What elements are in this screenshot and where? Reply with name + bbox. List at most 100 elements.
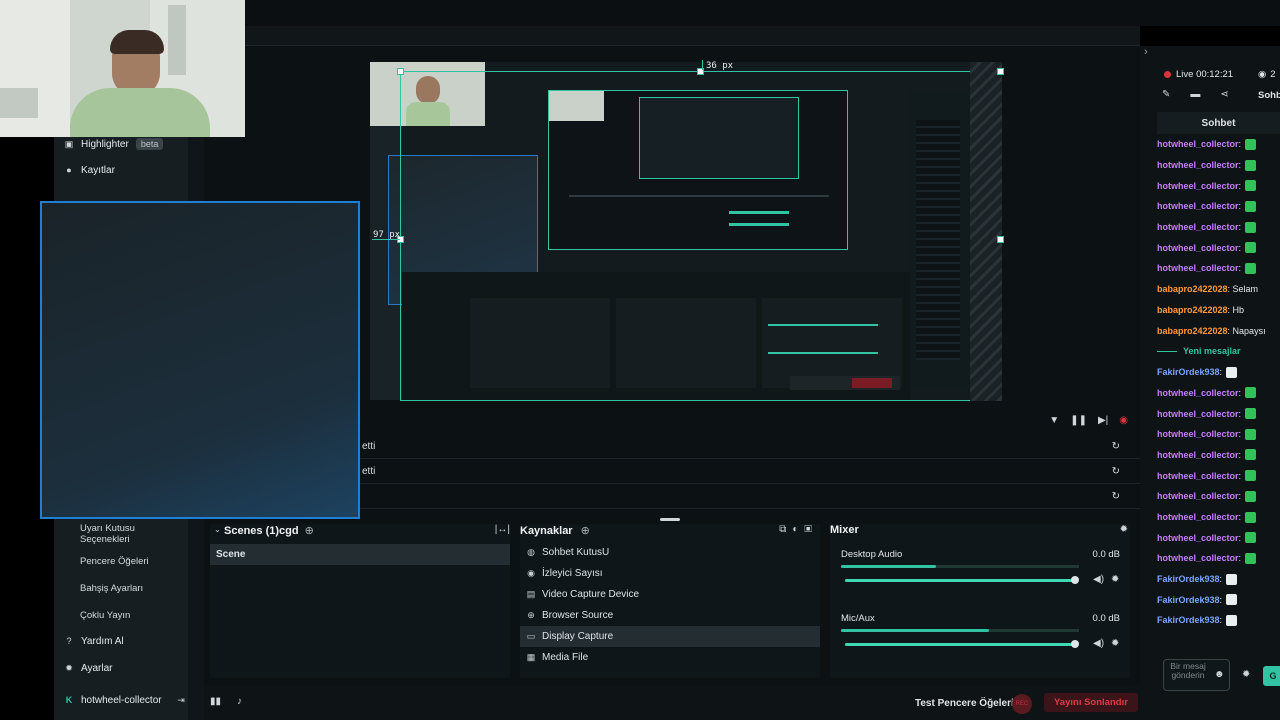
- skip-icon[interactable]: ▶|: [1098, 415, 1108, 426]
- sidebar-item-settings[interactable]: ✹ Ayarlar: [64, 659, 112, 677]
- chat-username[interactable]: hotwheel_collector: [1157, 139, 1239, 149]
- add-scene-icon[interactable]: ⊕: [305, 524, 314, 537]
- end-stream-button[interactable]: Yayını Sonlandır: [1044, 693, 1138, 712]
- rec-button[interactable]: REC: [1012, 694, 1032, 714]
- mute-icon[interactable]: ◉: [1119, 415, 1128, 426]
- chat-username[interactable]: FakirOrdek938: [1157, 367, 1220, 377]
- chat-text: :: [1238, 512, 1242, 523]
- list-item[interactable]: ▭ Display Capture: [520, 626, 820, 647]
- chat-username[interactable]: hotwheel_collector: [1157, 553, 1239, 563]
- volume-slider[interactable]: [845, 576, 1079, 584]
- sidebar-item-alertbox[interactable]: Uyarı Kutusu Seçenekleri: [80, 523, 180, 545]
- resize-handle-tl[interactable]: [397, 68, 404, 75]
- chat-username[interactable]: hotwheel_collector: [1157, 409, 1239, 419]
- emoji-icon[interactable]: ☻: [1214, 669, 1225, 680]
- scenes-panel: ⌄ Scenes (1)cgd ⊕ |↔| Scene: [210, 524, 510, 678]
- emote-icon: [1245, 449, 1257, 461]
- chat-text: : Selam: [1227, 284, 1259, 295]
- chat-username[interactable]: hotwheel_collector: [1157, 181, 1239, 191]
- viewer-count: ◉ 2: [1258, 69, 1276, 80]
- gear-icon: ✹: [65, 662, 73, 673]
- chat-text: :: [1238, 553, 1242, 564]
- chat-username[interactable]: hotwheel_collector: [1157, 491, 1239, 501]
- chat-username[interactable]: hotwheel_collector: [1157, 388, 1239, 398]
- new-messages-divider: Yeni mesajlar: [1157, 341, 1280, 362]
- filter-icon[interactable]: ▼: [1049, 415, 1059, 426]
- blue-overlay-box: [40, 201, 360, 519]
- emote-icon: [1245, 138, 1257, 150]
- emote-icon: [1245, 221, 1257, 233]
- chat-username[interactable]: hotwheel_collector: [1157, 533, 1239, 543]
- chat-username[interactable]: hotwheel_collector: [1157, 471, 1239, 481]
- pencil-icon[interactable]: ✎: [1162, 89, 1170, 100]
- globe-icon: ⊕: [527, 610, 535, 620]
- selection-box[interactable]: [400, 71, 1000, 401]
- sidebar-item-multistream[interactable]: Çoklu Yayın: [80, 610, 130, 621]
- chat-message: hotwheel_collector:: [1157, 383, 1280, 404]
- tab-chat[interactable]: Sohb: [1258, 90, 1280, 101]
- chat-username[interactable]: FakirOrdek938: [1157, 615, 1220, 625]
- gear-icon[interactable]: ✹: [1111, 574, 1119, 585]
- test-widgets-button[interactable]: Test Pencere Öğeleri: [915, 698, 1014, 709]
- resize-grip[interactable]: [660, 518, 680, 521]
- chevron-down-icon[interactable]: ⌄: [214, 525, 221, 534]
- chat-username[interactable]: hotwheel_collector: [1157, 201, 1239, 211]
- chat-username[interactable]: hotwheel_collector: [1157, 263, 1239, 273]
- chat-username[interactable]: babapro2422028: [1157, 305, 1228, 315]
- list-item[interactable]: ▤ Video Capture Device: [520, 584, 820, 605]
- logout-icon[interactable]: ⇥: [176, 695, 186, 705]
- help-icon: ?: [66, 636, 72, 646]
- gear-icon[interactable]: ✹: [1111, 638, 1119, 649]
- sources-panel: Kaynaklar ⊕ ⧉◐▣ ◍ Sohbet KutusU ◉ İzleyici…: [520, 524, 820, 678]
- scene-item[interactable]: Scene: [210, 544, 510, 565]
- sidebar-item-widgets[interactable]: Pencere Öğeleri: [80, 556, 149, 567]
- chat-username[interactable]: hotwheel_collector: [1157, 450, 1239, 460]
- sidebar-item-highlighter[interactable]: ▣ Highlighter beta: [64, 135, 164, 153]
- chat-text: : Napaysı: [1227, 325, 1266, 336]
- sidebar-item-recordings[interactable]: ● Kayıtlar: [64, 161, 115, 179]
- gear-icon[interactable]: ✹: [1242, 669, 1250, 680]
- transition-icon[interactable]: |↔|: [495, 524, 510, 535]
- chat-username[interactable]: babapro2422028: [1157, 284, 1228, 294]
- source-tools-icons[interactable]: ⧉◐▣: [779, 524, 818, 535]
- speaker-icon[interactable]: ◀): [1093, 574, 1104, 585]
- list-item[interactable]: ⊕ Browser Source: [520, 605, 820, 626]
- refresh-icon[interactable]: ↻: [1112, 441, 1120, 452]
- chat-username[interactable]: babapro2422028: [1157, 326, 1228, 336]
- chat-username[interactable]: hotwheel_collector: [1157, 243, 1239, 253]
- chat-text: : Hb: [1227, 304, 1245, 315]
- chevron-right-icon[interactable]: ›: [1144, 46, 1148, 58]
- stats-icon[interactable]: ▮▮: [210, 696, 221, 707]
- resize-handle-right[interactable]: [997, 236, 1004, 243]
- sidebar-item-help[interactable]: ? Yardım Al: [64, 632, 123, 650]
- send-button[interactable]: G: [1263, 666, 1280, 686]
- chat-username[interactable]: hotwheel_collector: [1157, 512, 1239, 522]
- user-account[interactable]: K hotwheel-collector ⇥: [64, 691, 186, 709]
- chat-icon: ◍: [527, 547, 535, 557]
- emote-icon: [1245, 470, 1257, 482]
- chat-username[interactable]: FakirOrdek938: [1157, 595, 1220, 605]
- resize-handle-tr[interactable]: [997, 68, 1004, 75]
- share-icon[interactable]: ⋖: [1220, 89, 1228, 100]
- add-source-icon[interactable]: ⊕: [581, 524, 590, 537]
- sidebar-item-tips[interactable]: Bahşiş Ayarları: [80, 583, 143, 594]
- chat-input[interactable]: Bir mesaj gönderin ☻: [1163, 659, 1230, 691]
- volume-slider[interactable]: [845, 640, 1079, 648]
- channel-level: 0.0 dB: [1092, 549, 1120, 560]
- list-item[interactable]: ◍ Sohbet KutusU: [520, 542, 820, 563]
- list-item[interactable]: ▦ Media File: [520, 647, 820, 668]
- gear-icon[interactable]: ✹: [1120, 524, 1128, 535]
- video-icon[interactable]: ▬: [1190, 89, 1200, 100]
- chat-username[interactable]: hotwheel_collector: [1157, 222, 1239, 232]
- chat-text: :: [1238, 408, 1242, 419]
- list-item[interactable]: ◉ İzleyici Sayısı: [520, 563, 820, 584]
- chat-username[interactable]: FakirOrdek938: [1157, 574, 1220, 584]
- chat-username[interactable]: hotwheel_collector: [1157, 429, 1239, 439]
- pause-icon[interactable]: ❚❚: [1070, 415, 1087, 426]
- speaker-icon[interactable]: ◀): [1093, 638, 1104, 649]
- bell-icon[interactable]: ♪: [237, 696, 242, 707]
- emote-icon: [1245, 180, 1257, 192]
- refresh-icon[interactable]: ↻: [1112, 466, 1120, 477]
- refresh-icon[interactable]: ↻: [1112, 491, 1120, 502]
- chat-username[interactable]: hotwheel_collector: [1157, 160, 1239, 170]
